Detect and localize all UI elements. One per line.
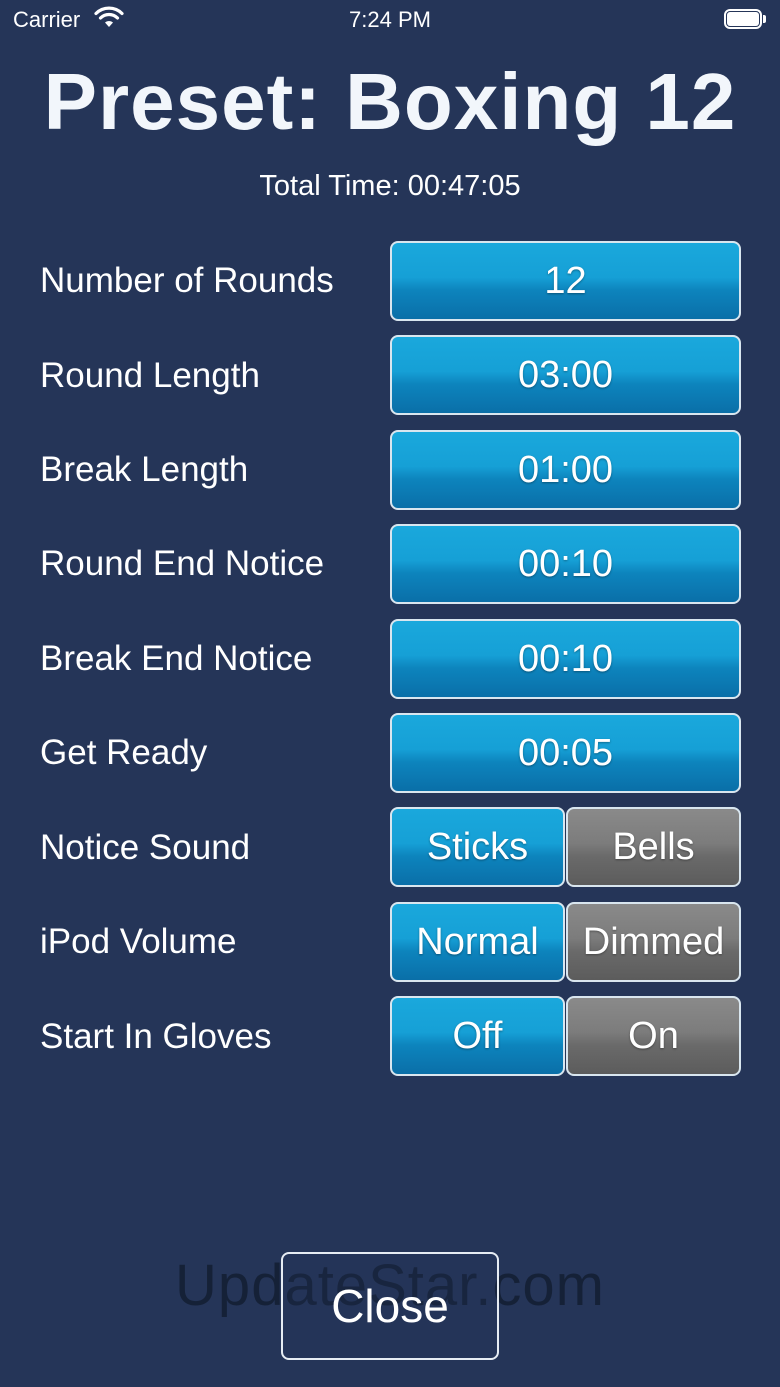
ipod-volume-normal-option[interactable]: Normal bbox=[390, 902, 565, 982]
close-button[interactable]: Close bbox=[281, 1252, 499, 1360]
get-ready-button[interactable]: 00:05 bbox=[390, 713, 741, 793]
round-length-label: Round Length bbox=[40, 356, 260, 395]
number-of-rounds-label: Number of Rounds bbox=[40, 261, 334, 300]
notice-sound-bells-option[interactable]: Bells bbox=[566, 807, 741, 887]
break-end-notice-label: Break End Notice bbox=[40, 639, 313, 678]
break-end-notice-button[interactable]: 00:10 bbox=[390, 619, 741, 699]
ipod-volume-dimmed-option[interactable]: Dimmed bbox=[566, 902, 741, 982]
round-end-notice-button[interactable]: 00:10 bbox=[390, 524, 741, 604]
start-in-gloves-label: Start In Gloves bbox=[40, 1017, 272, 1056]
start-in-gloves-on-option[interactable]: On bbox=[566, 996, 741, 1076]
start-in-gloves-off-option[interactable]: Off bbox=[390, 996, 565, 1076]
status-time: 7:24 PM bbox=[349, 7, 431, 32]
notice-sound-label: Notice Sound bbox=[40, 828, 251, 867]
round-end-notice-label: Round End Notice bbox=[40, 544, 325, 583]
page-title: Preset: Boxing 12 bbox=[43, 57, 737, 146]
ipod-volume-label: iPod Volume bbox=[40, 922, 237, 961]
total-time-label: Total Time: 00:47:05 bbox=[259, 170, 521, 202]
round-length-button[interactable]: 03:00 bbox=[390, 335, 741, 415]
status-bar: Carrier 7:24 PM bbox=[0, 0, 780, 40]
number-of-rounds-button[interactable]: 12 bbox=[390, 241, 741, 321]
notice-sound-sticks-option[interactable]: Sticks bbox=[390, 807, 565, 887]
battery-icon bbox=[724, 9, 766, 29]
preset-screen: Carrier 7:24 PM Preset: Boxing 12 Total … bbox=[0, 0, 780, 1387]
break-length-label: Break Length bbox=[40, 450, 249, 489]
get-ready-label: Get Ready bbox=[40, 733, 208, 772]
break-length-button[interactable]: 01:00 bbox=[390, 430, 741, 510]
